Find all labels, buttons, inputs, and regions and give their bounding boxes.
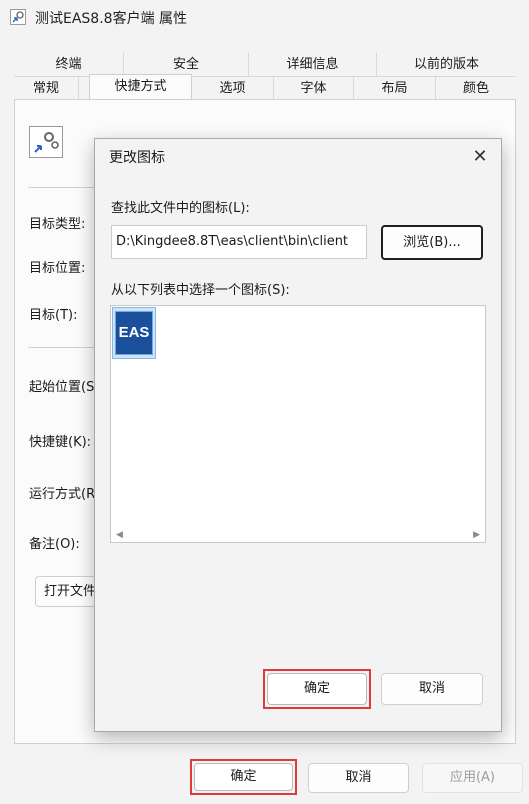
ok-button[interactable]: 确定 [194,763,293,791]
separator [28,187,94,188]
target-label: 目标(T): [29,308,78,323]
run-mode-label: 运行方式(R [29,487,94,502]
tab-shortcut[interactable]: 快捷方式 [89,74,192,100]
icon-file-path-input[interactable]: D:\Kingdee8.8T\eas\client\bin\client [111,225,367,259]
tab-colors[interactable]: 颜色 [436,77,516,100]
tab-layout[interactable]: 布局 [354,77,436,100]
window-title: 测试EAS8.8客户端 属性 [35,11,188,27]
tab-terminal[interactable]: 终端 [14,53,124,76]
tab-row-2: 常规 快捷方式 选项 字体 布局 颜色 [14,74,516,100]
cancel-button[interactable]: 取消 [308,763,409,793]
start-in-label: 起始位置(S [29,380,94,395]
tab-options[interactable]: 选项 [192,77,274,100]
dialog-cancel-button[interactable]: 取消 [381,673,483,705]
tab-security[interactable]: 安全 [124,53,249,76]
close-icon[interactable]: ✕ [465,143,495,171]
icon-list-label: 从以下列表中选择一个图标(S): [111,283,290,298]
title-bar: 测试EAS8.8客户端 属性 [0,0,529,36]
change-icon-dialog: 更改图标 ✕ 查找此文件中的图标(L): D:\Kingdee8.8T\eas\… [94,138,502,732]
tab-details[interactable]: 详细信息 [249,53,377,76]
list-item[interactable]: EAS [112,307,156,359]
target-location-label: 目标位置: [29,261,86,276]
dialog-ok-button[interactable]: 确定 [267,673,367,705]
find-icons-label: 查找此文件中的图标(L): [111,201,250,216]
shortcut-app-icon [10,9,26,25]
dialog-title: 更改图标 [109,150,165,166]
separator [28,347,94,348]
tab-general[interactable]: 常规 [14,77,79,100]
shortcut-key-label: 快捷键(K): [29,435,92,450]
scroll-right-arrow-icon[interactable]: ▶ [473,531,480,540]
icon-list[interactable]: EAS ◀ ▶ [110,305,486,543]
target-type-label: 目标类型: [29,217,86,232]
eas-app-icon: EAS [115,311,153,355]
scroll-left-arrow-icon[interactable]: ◀ [116,531,123,540]
shortcut-large-icon [29,126,63,158]
horizontal-scrollbar[interactable]: ◀ ▶ [112,529,484,541]
comment-label: 备注(O): [29,537,80,552]
apply-button[interactable]: 应用(A) [422,763,523,793]
tab-font[interactable]: 字体 [274,77,354,100]
tab-previous-versions[interactable]: 以前的版本 [377,53,516,76]
browse-button[interactable]: 浏览(B)... [381,225,483,260]
